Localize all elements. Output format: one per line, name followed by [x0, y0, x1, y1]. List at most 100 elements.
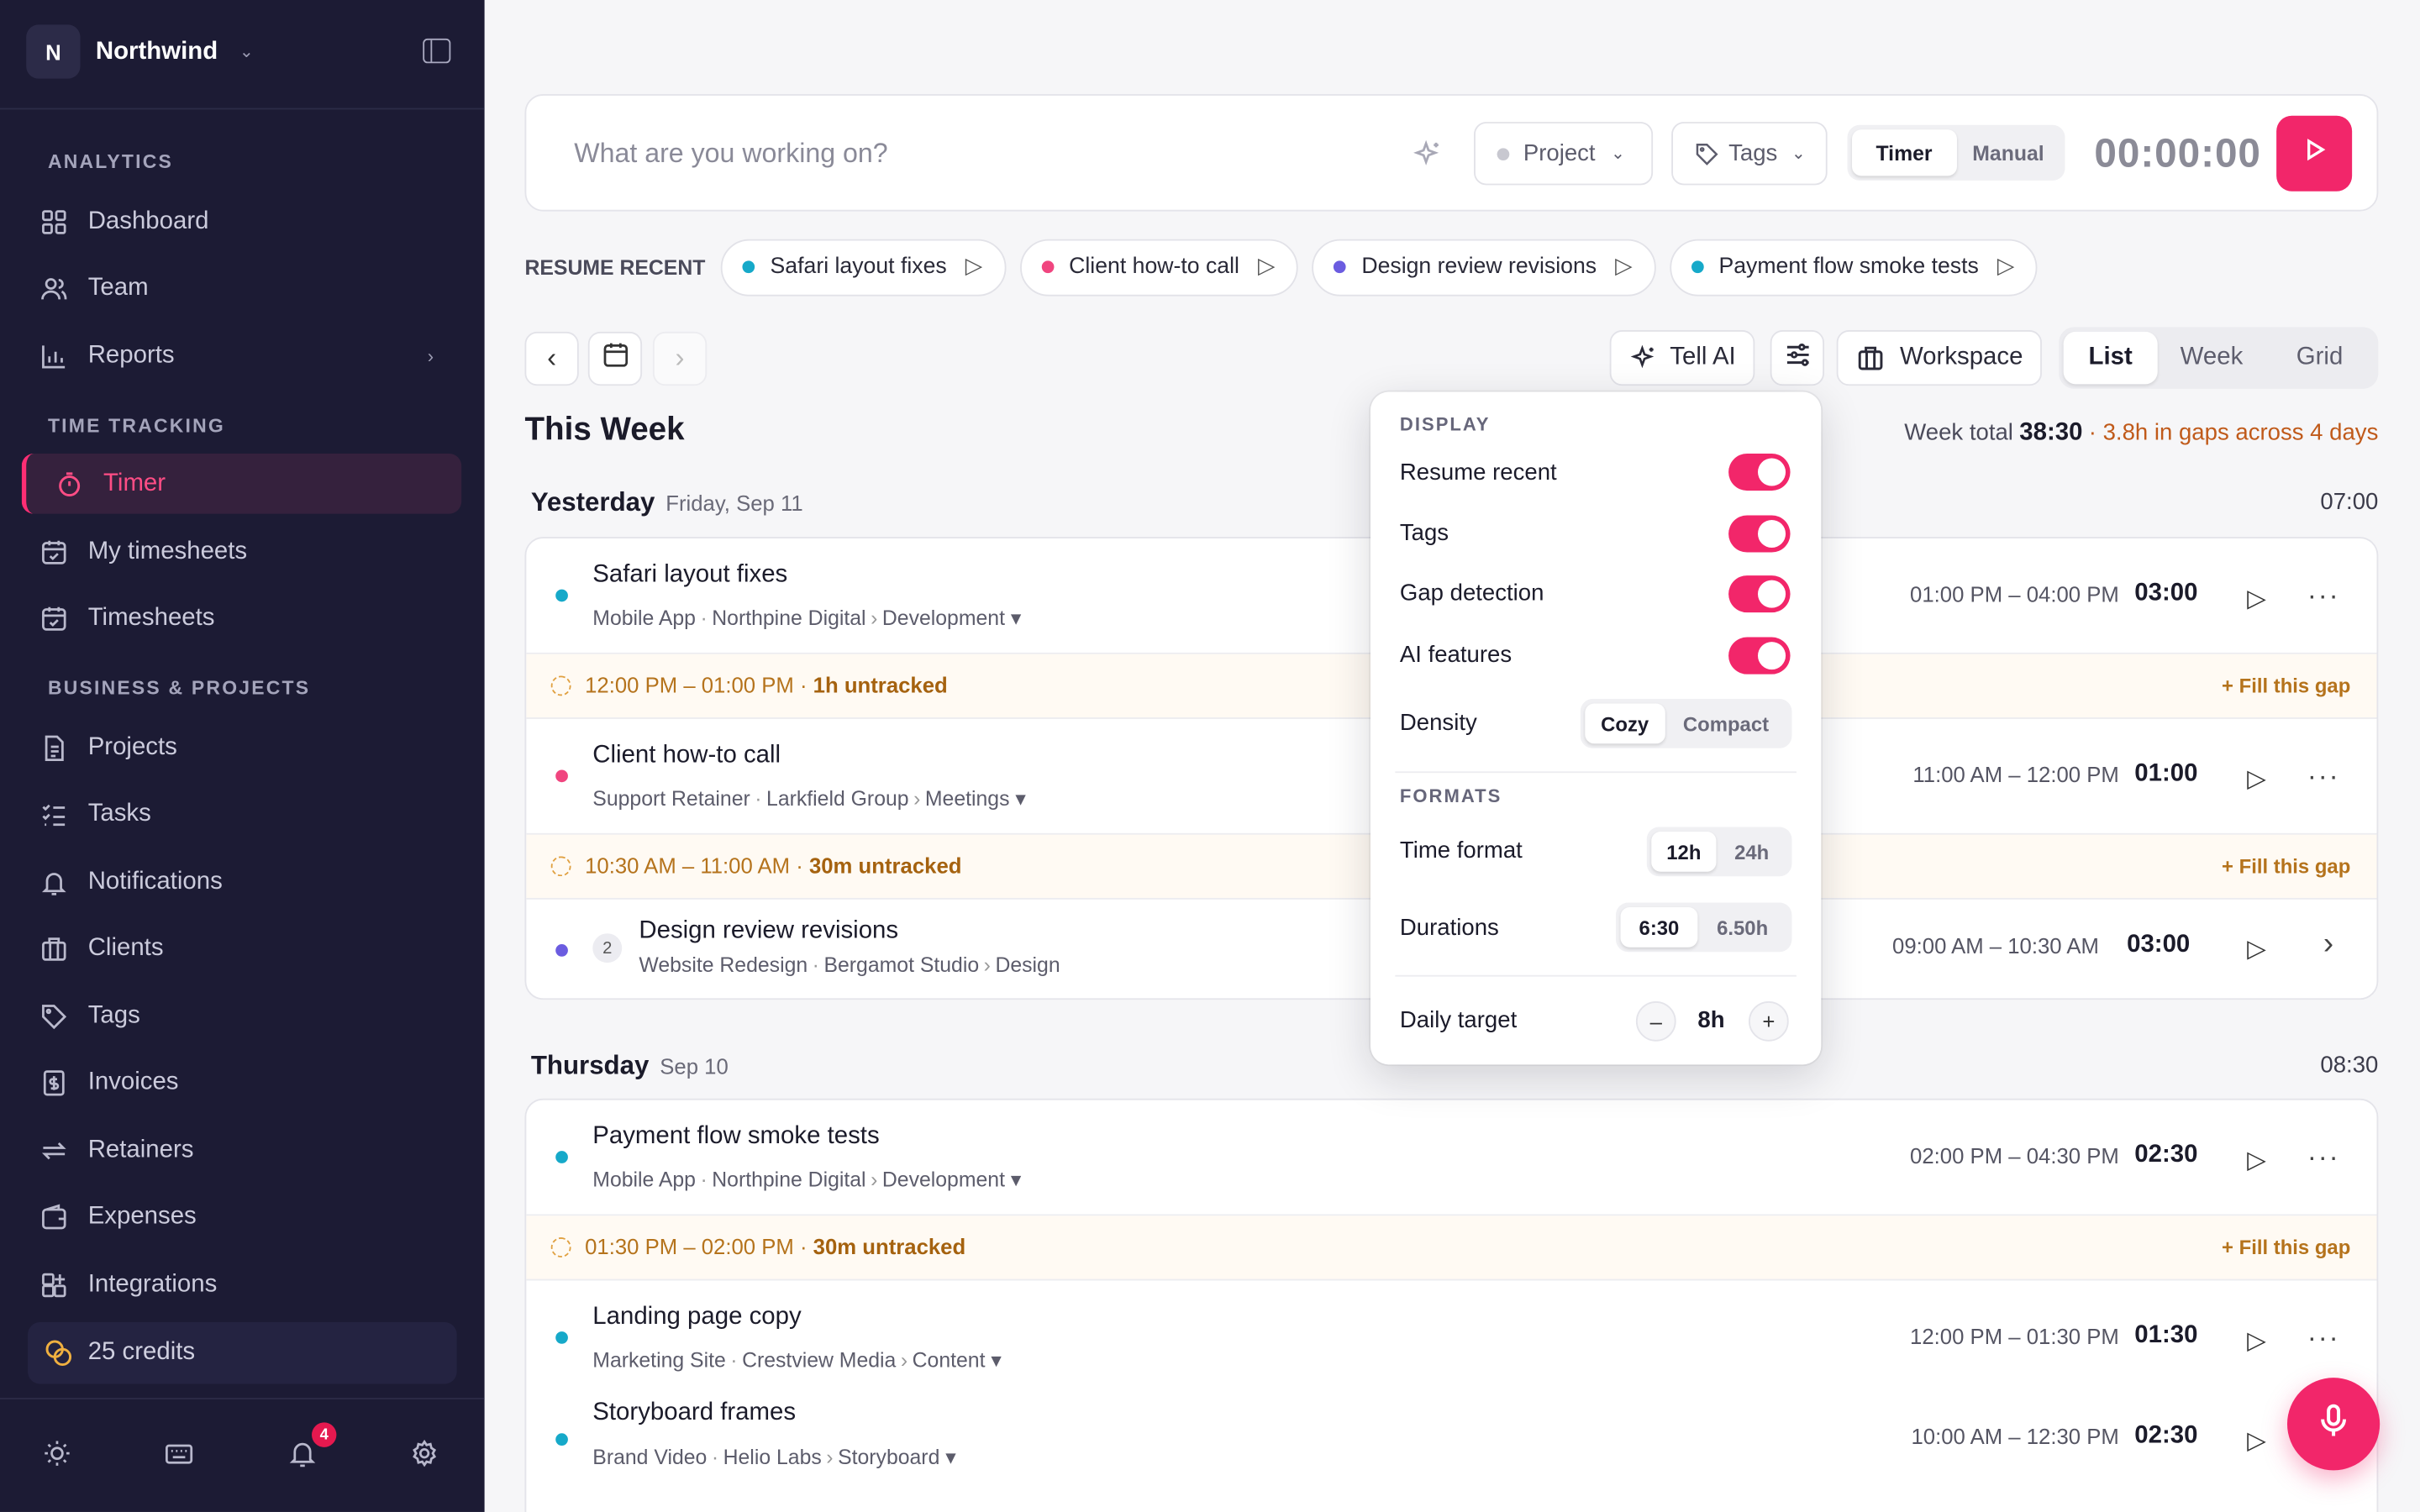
bell-icon[interactable]	[287, 1438, 318, 1469]
play-icon: ▷	[1996, 255, 2015, 280]
play-icon[interactable]: ▷	[2247, 1145, 2269, 1174]
density-cozy[interactable]: Cozy	[1585, 703, 1665, 744]
tags-select[interactable]: Tags ⌄	[1671, 122, 1828, 186]
more-icon[interactable]: ···	[2307, 580, 2340, 613]
sidebar-item-team[interactable]: Team	[22, 258, 461, 318]
entry-range[interactable]: 12:00 PM – 01:30 PM	[1910, 1324, 2119, 1348]
fill-gap-button[interactable]: + Fill this gap	[2222, 1236, 2350, 1259]
sparkle-icon	[1630, 344, 1658, 372]
sidebar-collapse-icon[interactable]	[423, 38, 451, 64]
sidebar-item-retainers[interactable]: Retainers	[22, 1120, 461, 1180]
sidebar-item-projects[interactable]: Projects	[22, 717, 461, 778]
entry-title[interactable]: Storyboard frames	[592, 1399, 796, 1427]
project-select[interactable]: Project ⌄	[1474, 122, 1654, 186]
bar-chart-icon	[40, 342, 68, 370]
resume-chip[interactable]: Safari layout fixes ▷	[720, 238, 1006, 296]
sidebar-item-timer[interactable]: Timer	[21, 453, 462, 514]
sidebar-item-my-timesheets[interactable]: My timesheets	[22, 522, 461, 582]
fill-gap-button[interactable]: + Fill this gap	[2222, 675, 2350, 698]
sidebar-item-tasks[interactable]: Tasks	[22, 784, 461, 844]
entry-range[interactable]: 10:00 AM – 12:30 PM	[1911, 1424, 2118, 1448]
sidebar-item-integrations[interactable]: Integrations	[22, 1254, 461, 1315]
entry-meta[interactable]: Mobile App · Northpine Digital › Development…	[592, 1168, 1021, 1192]
entry-title[interactable]: Safari layout fixes	[592, 562, 787, 590]
durations-decimal[interactable]: 6.50h	[1697, 907, 1787, 948]
entry-title[interactable]: Landing page copy	[592, 1304, 801, 1331]
entry-meta[interactable]: Website Redesign · Bergamot Studio › Design	[639, 953, 1060, 977]
resume-recent-toggle[interactable]	[1728, 453, 1791, 491]
fill-gap-button[interactable]: + Fill this gap	[2222, 855, 2350, 879]
time-entry[interactable]: Storyboard frames Brand Video · Helio Labs…	[526, 1394, 2376, 1509]
target-increment-button[interactable]: +	[1748, 1001, 1789, 1042]
sidebar-item-tags[interactable]: Tags	[22, 986, 461, 1047]
ai-features-toggle[interactable]	[1728, 637, 1791, 675]
sidebar-item-expenses[interactable]: Expenses	[22, 1186, 461, 1247]
view-week[interactable]: Week	[2158, 332, 2266, 384]
view-list[interactable]: List	[2063, 331, 2158, 385]
mode-manual[interactable]: Manual	[1956, 129, 2060, 176]
entry-meta[interactable]: Brand Video · Helio Labs › Storyboard ▾	[592, 1446, 955, 1470]
project-dot	[555, 1433, 568, 1446]
mode-timer[interactable]: Timer	[1852, 129, 1957, 176]
workspace-button[interactable]: Workspace	[1836, 330, 2042, 386]
entry-title[interactable]: Design review revisions	[639, 918, 898, 946]
resume-chip[interactable]: Payment flow smoke tests ▷	[1669, 238, 2038, 296]
target-decrement-button[interactable]: –	[1635, 1001, 1676, 1042]
tags-toggle[interactable]	[1728, 515, 1791, 553]
sparkle-icon[interactable]	[1413, 139, 1444, 170]
description-input[interactable]: What are you working on?	[574, 137, 887, 170]
durations-clock[interactable]: 6:30	[1620, 906, 1698, 948]
gap-detection-toggle[interactable]	[1728, 575, 1791, 613]
entry-range[interactable]: 01:00 PM – 04:00 PM	[1910, 581, 2119, 606]
sidebar-item-clients[interactable]: Clients	[22, 918, 461, 979]
mode-toggle: Timer Manual	[1847, 124, 2065, 181]
play-icon[interactable]: ▷	[2247, 933, 2269, 963]
gap-row: 01:30 PM – 02:00 PM · 30m untracked + Fi…	[526, 1215, 2377, 1281]
time-format-12h[interactable]: 12h	[1651, 831, 1717, 872]
time-entry[interactable]: Payment flow smoke tests Mobile App · Nort…	[526, 1100, 2377, 1216]
sidebar-item-reports[interactable]: Reports ›	[22, 326, 461, 386]
prev-week-button[interactable]: ‹	[524, 331, 579, 386]
sidebar-item-invoices[interactable]: Invoices	[22, 1053, 461, 1113]
ai-features-label: AI features	[1399, 642, 1512, 669]
entry-range[interactable]: 11:00 AM – 12:00 PM	[1912, 762, 2118, 786]
resume-chip[interactable]: Design review revisions ▷	[1312, 238, 1656, 296]
calendar-button[interactable]	[587, 331, 643, 386]
entry-range[interactable]: 02:00 PM – 04:30 PM	[1910, 1143, 2119, 1168]
sidebar-item-dashboard[interactable]: Dashboard	[22, 192, 461, 252]
density-compact[interactable]: Compact	[1665, 704, 1787, 744]
play-icon[interactable]: ▷	[2247, 1425, 2269, 1455]
chevron-right-icon[interactable]: ›	[2323, 927, 2335, 963]
day-total: 07:00	[2320, 489, 2379, 516]
sidebar-item-timesheets[interactable]: Timesheets	[22, 588, 461, 648]
play-icon[interactable]: ▷	[2247, 1326, 2269, 1354]
more-icon[interactable]: ···	[2307, 760, 2340, 793]
credits-button[interactable]: 25 credits	[28, 1322, 457, 1384]
entry-range[interactable]: 09:00 AM – 10:30 AM	[1892, 933, 2099, 958]
tell-ai-button[interactable]: Tell AI	[1609, 330, 1755, 386]
sidebar-item-notifications[interactable]: Notifications	[22, 852, 461, 912]
entry-meta[interactable]: Marketing Site · Crestview Media › Content ▾	[592, 1348, 1002, 1373]
filters-button[interactable]	[1770, 330, 1824, 386]
more-icon[interactable]: ···	[2307, 1322, 2340, 1355]
more-icon[interactable]: ···	[2307, 1142, 2340, 1174]
voice-button[interactable]	[2286, 1378, 2381, 1471]
time-format-24h[interactable]: 24h	[1716, 832, 1786, 872]
gear-icon[interactable]	[409, 1438, 440, 1469]
view-grid[interactable]: Grid	[2265, 332, 2374, 384]
resume-chip[interactable]: Client how-to call ▷	[1019, 238, 1299, 296]
start-timer-button[interactable]	[2276, 115, 2353, 192]
entry-title[interactable]: Client how-to call	[592, 742, 781, 769]
entry-meta[interactable]: Support Retainer · Larkfield Group › Meeting…	[592, 787, 1026, 811]
workspace-switcher[interactable]: N Northwind ⌄	[26, 24, 254, 79]
entry-meta[interactable]: Mobile App · Northpine Digital › Development…	[592, 606, 1021, 631]
play-icon[interactable]: ▷	[2247, 583, 2269, 612]
entry-title[interactable]: Payment flow smoke tests	[592, 1123, 879, 1151]
sun-icon[interactable]	[42, 1438, 73, 1469]
stopwatch-icon	[55, 470, 83, 497]
keyboard-icon[interactable]	[164, 1438, 195, 1469]
entry-project: Brand Video	[592, 1445, 708, 1469]
time-entry[interactable]: Landing page copy Marketing Site · Crestvi…	[526, 1280, 2376, 1396]
next-week-button[interactable]: ›	[652, 331, 708, 386]
play-icon[interactable]: ▷	[2247, 764, 2269, 793]
